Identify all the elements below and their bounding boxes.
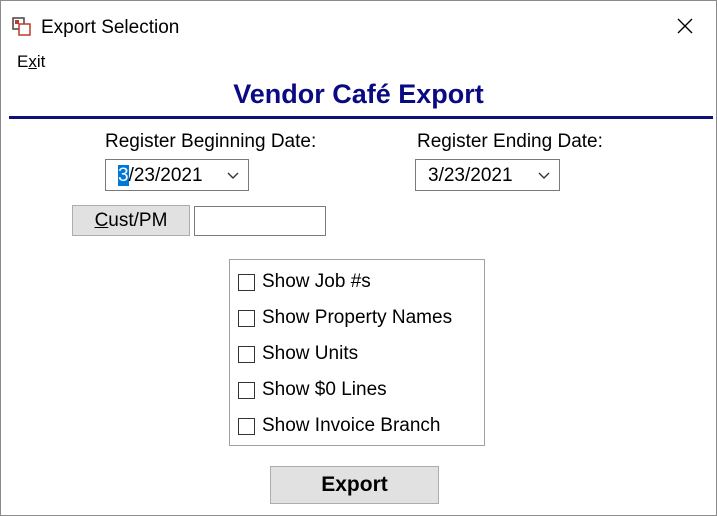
menu-exit[interactable]: Exit [17,52,45,72]
begin-date-selected-part: 3 [118,165,129,186]
begin-date-picker[interactable]: 3/23/2021 [105,159,249,191]
option-label: Show Units [262,343,359,364]
begin-date-rest: /23/2021 [128,165,203,186]
page-title: Vendor Café Export [233,79,484,109]
begin-date-value: 3/23/2021 [118,165,203,187]
option-show-job-numbers[interactable]: Show Job #s [238,269,371,295]
end-date-value: 3/23/2021 [428,165,513,186]
menu-exit-text-a: E [17,52,29,71]
option-show-units[interactable]: Show Units [238,341,358,367]
checkbox[interactable] [238,417,255,435]
option-show-zero-lines[interactable]: Show $0 Lines [238,377,387,403]
end-date-label: Register Ending Date: [417,131,603,152]
checkbox[interactable] [238,381,255,399]
cust-pm-label: ust/PM [108,210,168,231]
menu-bar: Exit [1,47,716,73]
cust-pm-mnemonic: C [94,210,109,231]
option-label: Show $0 Lines [262,379,387,400]
option-label: Show Job #s [262,271,371,292]
title-bar: Export Selection [1,1,716,45]
menu-exit-text-b: it [36,52,46,71]
close-icon [677,18,693,34]
begin-date-label: Register Beginning Date: [105,131,317,152]
menu-exit-mnemonic: x [28,52,37,71]
export-selection-window: Export Selection Exit Vendor Café Export… [0,0,717,516]
chevron-down-icon[interactable] [537,168,551,182]
close-button[interactable] [661,7,709,45]
option-label: Show Property Names [262,307,453,328]
title-divider [9,116,713,119]
option-label: Show Invoice Branch [262,415,441,436]
end-date-picker[interactable]: 3/23/2021 [415,159,560,191]
checkbox[interactable] [238,309,255,327]
option-show-invoice-branch[interactable]: Show Invoice Branch [238,413,441,439]
cust-pm-button[interactable]: Cust/PM [72,205,190,236]
app-icon [12,17,31,36]
option-show-property-names[interactable]: Show Property Names [238,305,452,331]
checkbox[interactable] [238,345,255,363]
window-title: Export Selection [41,17,180,38]
cust-pm-input[interactable] [194,206,326,236]
checkbox[interactable] [238,273,255,291]
options-group: Show Job #s Show Property Names Show Uni… [229,259,485,446]
chevron-down-icon[interactable] [226,168,240,182]
export-button[interactable]: Export [270,466,439,504]
